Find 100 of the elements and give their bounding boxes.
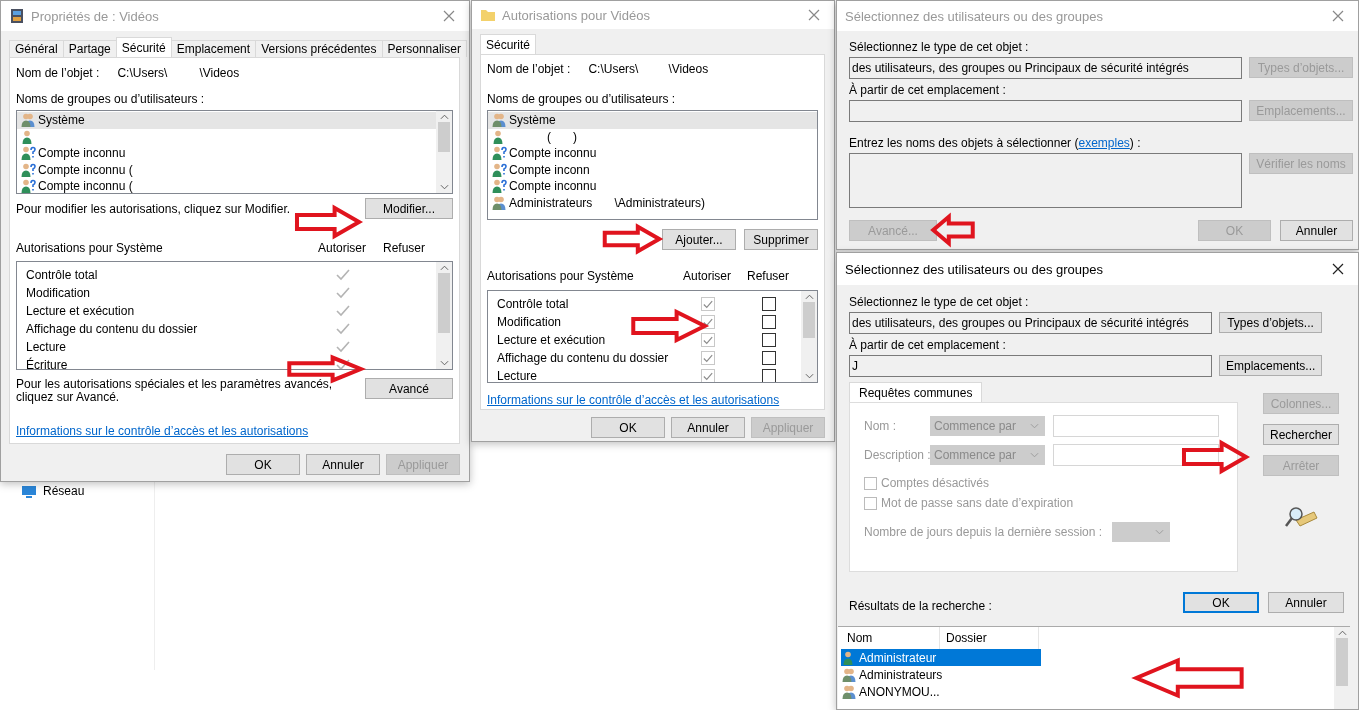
user-row[interactable]: Compte inconnu (	[17, 161, 436, 178]
network-icon	[21, 483, 37, 499]
user-row[interactable]: Compte inconn	[488, 161, 817, 178]
film-icon	[9, 8, 25, 24]
user-row[interactable]: ( )	[488, 128, 817, 145]
result-row[interactable]: ANONYMOU...	[841, 683, 1041, 700]
dialog-button[interactable]: Annuler	[671, 417, 745, 438]
result-name: Administrateurs	[859, 667, 943, 682]
user-row[interactable]: Compte inconnu	[17, 145, 436, 162]
examples-link[interactable]: exemples	[1078, 136, 1130, 150]
dialog-button[interactable]: Annuler	[306, 454, 380, 475]
chevron-up-icon	[439, 114, 449, 120]
locations-button[interactable]: Emplacements...	[1219, 355, 1322, 376]
group-icon	[491, 194, 507, 211]
tab[interactable]: Partage	[62, 40, 117, 57]
names-label: Entrez les noms des objets à sélectionner (	[849, 136, 1079, 150]
dialog-button[interactable]: OK	[591, 417, 665, 438]
tab[interactable]: Requêtes communes	[849, 382, 983, 402]
group-icon	[841, 666, 857, 683]
user-row[interactable]: Compte inconnu (	[17, 178, 436, 193]
permission-name: Contrôle total	[497, 297, 570, 311]
names-field[interactable]	[849, 153, 1242, 208]
pointer-arrow	[603, 225, 661, 253]
query-input[interactable]	[1053, 444, 1219, 466]
object-types-button[interactable]: Types d’objets...	[1219, 312, 1322, 333]
chevron-down-icon	[804, 373, 814, 379]
folder-icon	[480, 7, 496, 23]
tab[interactable]: Sécurité	[480, 34, 537, 54]
type-label: Sélectionnez le type de cet objet :	[849, 40, 1030, 54]
list-button[interactable]: Supprimer	[744, 229, 818, 250]
user-row[interactable]: Système	[488, 112, 817, 129]
unknown-user-icon	[20, 178, 36, 193]
tab[interactable]: Général	[9, 40, 64, 57]
location-label: À partir de cet emplacement :	[849, 338, 1007, 352]
location-field[interactable]: J	[849, 355, 1212, 377]
pointer-arrow	[932, 215, 974, 245]
window-title: Propriétés de : Vidéos	[31, 8, 160, 24]
permissions-label: Autorisations pour Système	[16, 241, 164, 255]
chevron-up-icon	[1337, 630, 1347, 636]
scrollbar[interactable]	[1334, 627, 1350, 709]
user-name: Compte inconnu (	[38, 179, 133, 193]
location-label: À partir de cet emplacement :	[849, 83, 1007, 97]
close-icon	[443, 10, 455, 22]
close-icon	[1332, 10, 1344, 22]
user-row[interactable]: Compte inconnu	[488, 145, 817, 162]
permission-name: Affichage du contenu du dossier	[497, 351, 670, 365]
user-row[interactable]: Système	[17, 112, 436, 129]
result-row[interactable]: Administrateur	[841, 649, 1041, 666]
scrollbar[interactable]	[801, 291, 817, 382]
unknown-user-icon	[491, 145, 507, 162]
chevron-down-icon	[1030, 452, 1039, 458]
tab[interactable]: Versions précédentes	[255, 40, 383, 57]
tab[interactable]: Sécurité	[115, 37, 172, 57]
location-field[interactable]	[849, 100, 1242, 122]
chevron-down-icon	[439, 184, 449, 190]
user-name: Compte inconnu	[38, 146, 126, 161]
permission-name: Modification	[26, 286, 92, 300]
search-action-button[interactable]: Rechercher	[1263, 424, 1339, 445]
user-name: Compte inconnu	[509, 146, 597, 161]
user-row[interactable]: Compte inconnu	[488, 178, 817, 195]
user-row[interactable]: Administrateurs \Administrateurs)	[488, 194, 817, 211]
deny-checkbox[interactable]	[762, 369, 776, 382]
deny-checkbox[interactable]	[762, 351, 776, 365]
users-label: Noms de groupes ou d’utilisateurs :	[487, 92, 677, 106]
dialog-button[interactable]: Annuler	[1268, 592, 1344, 613]
days-label: Nombre de jours depuis la dernière session :	[864, 525, 1103, 539]
query-input[interactable]	[1053, 415, 1219, 437]
option-label: Comptes désactivés	[881, 476, 990, 490]
result-name: Administrateur	[859, 650, 937, 665]
list-button[interactable]: Ajouter...	[662, 229, 736, 250]
window-title: Sélectionnez des utilisateurs ou des groupes	[845, 261, 1104, 277]
modify-button[interactable]: Modifier...	[365, 198, 453, 219]
deny-checkbox[interactable]	[762, 297, 776, 311]
chevron-up-icon	[804, 294, 814, 300]
scrollbar[interactable]	[436, 262, 452, 369]
permission-name: Lecture et exécution	[497, 333, 607, 347]
tab[interactable]: Personnaliser	[381, 40, 467, 57]
user-name: Système	[38, 113, 85, 128]
group-icon	[20, 112, 36, 129]
window-title: Autorisations pour Vidéos	[502, 7, 651, 23]
type-field[interactable]: des utilisateurs, des groupes ou Principaux de sécurité intégrés	[849, 57, 1242, 79]
dialog-button[interactable]: Annuler	[1280, 220, 1353, 241]
deny-checkbox[interactable]	[762, 315, 776, 329]
deny-checkbox[interactable]	[762, 333, 776, 347]
help-link[interactable]: Informations sur le contrôle d’accès et les autorisations	[487, 393, 818, 407]
help-link[interactable]: Informations sur le contrôle d’accès et les autorisations	[16, 424, 453, 438]
result-row[interactable]: Administrateurs	[841, 666, 1041, 683]
nav-item[interactable]: Réseau	[21, 484, 85, 498]
dialog-button[interactable]: OK	[1183, 592, 1259, 613]
advanced-button[interactable]: Avancé	[365, 378, 453, 399]
user-name: Administrateurs	[509, 195, 593, 210]
object-label: Nom de l’objet :	[16, 66, 100, 80]
tab[interactable]: Emplacement	[170, 40, 257, 57]
type-field[interactable]: des utilisateurs, des groupes ou Principaux de sécurité intégrés	[849, 312, 1212, 334]
chevron-down-icon	[1030, 423, 1039, 429]
object-path: \Videos	[199, 66, 240, 80]
option-label: Mot de passe sans date d’expiration	[881, 496, 1074, 510]
dialog-button[interactable]: OK	[226, 454, 300, 475]
unknown-user-icon	[20, 145, 36, 162]
scrollbar[interactable]	[436, 111, 452, 193]
